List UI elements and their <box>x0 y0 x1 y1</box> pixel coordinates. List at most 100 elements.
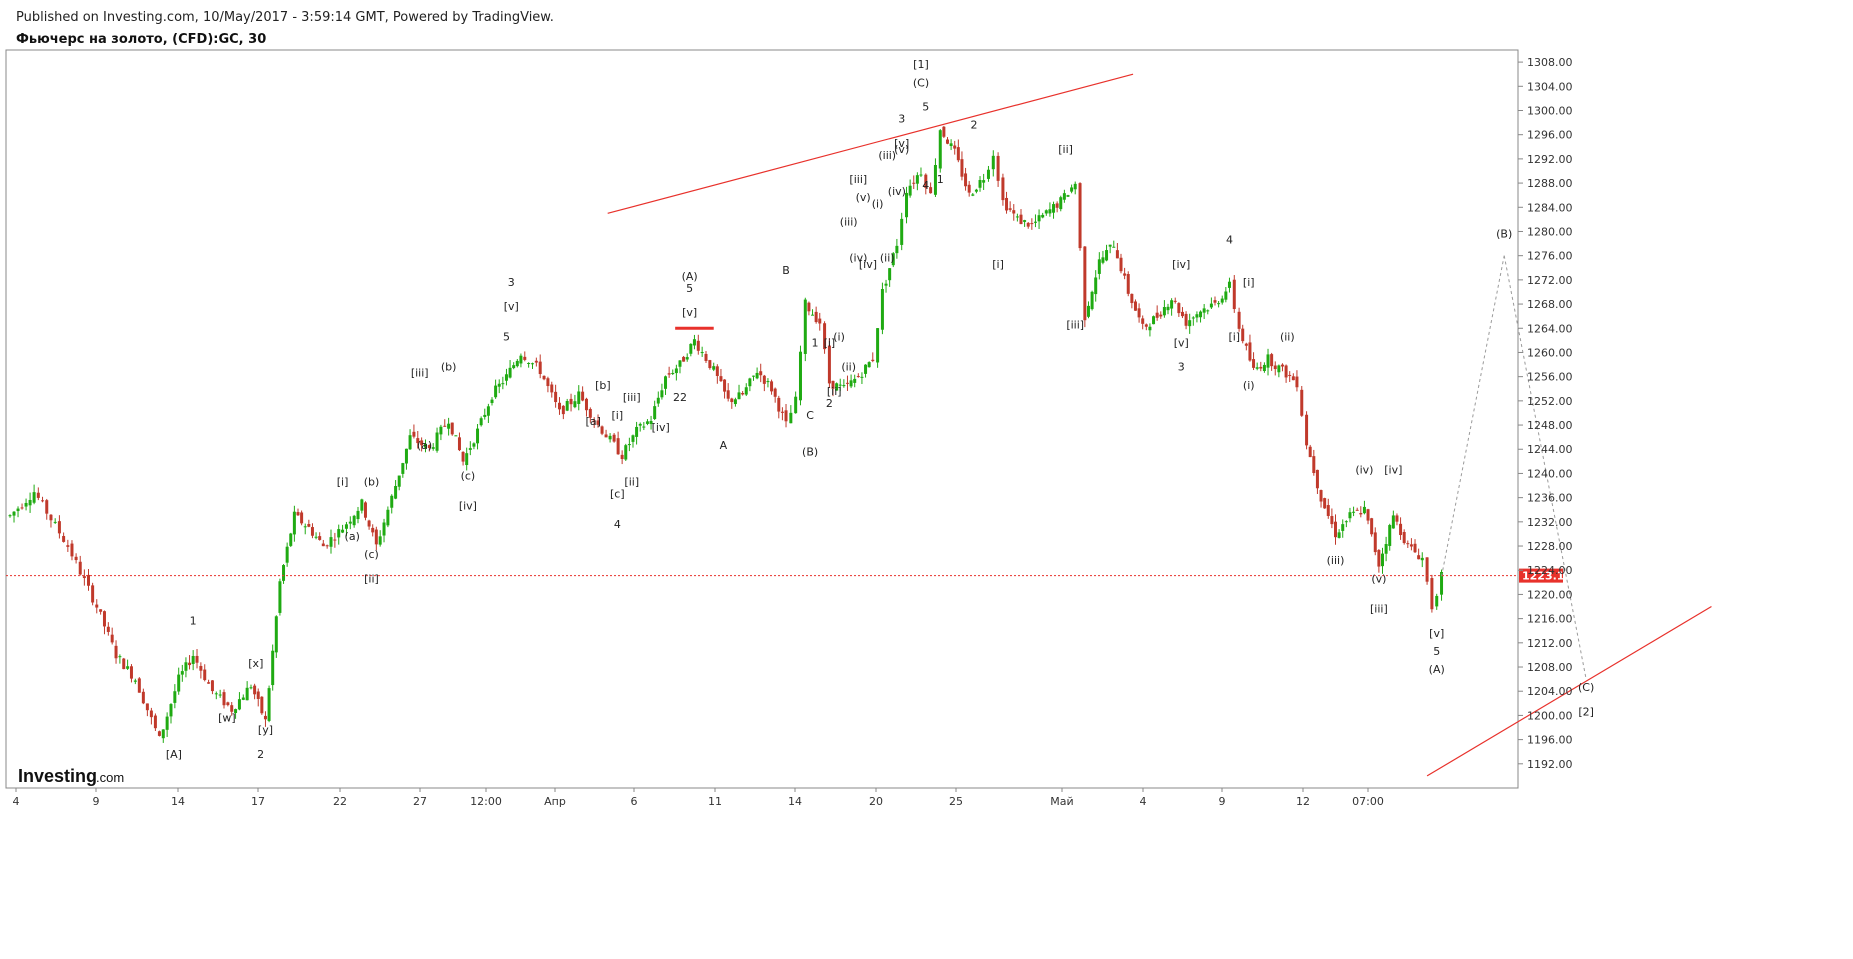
candle <box>938 129 942 173</box>
candle-body <box>1052 204 1056 213</box>
candle-body <box>1166 306 1170 311</box>
candle-body <box>271 650 275 686</box>
candle-body <box>386 509 390 526</box>
candle <box>1305 411 1309 450</box>
candle-body <box>1413 543 1417 553</box>
wave-label: 1 <box>811 336 818 349</box>
candle-body <box>28 499 32 506</box>
candle-body <box>689 343 693 354</box>
candle-body <box>561 405 565 415</box>
candle-body <box>1030 223 1034 225</box>
candle-body <box>486 406 490 416</box>
candle-body <box>895 245 899 254</box>
price-tick-label: 1292.00 <box>1527 153 1573 166</box>
candle-body <box>435 432 439 451</box>
candle-body <box>1015 216 1019 218</box>
candle-body <box>325 545 329 547</box>
candle-body <box>1259 366 1263 369</box>
gold-futures-chart[interactable]: Investing.com 1223.11 1[A][w][x][y]2[i](… <box>0 0 1853 959</box>
candle-body <box>1086 305 1090 317</box>
candle-body <box>1005 197 1009 211</box>
candle-body <box>20 507 24 509</box>
candle-body <box>1391 515 1395 529</box>
candle-body <box>624 445 628 460</box>
candle-body <box>1334 521 1337 538</box>
candle-body <box>412 431 416 437</box>
candle <box>1425 557 1429 585</box>
candle-body <box>188 662 192 666</box>
candle-body <box>110 634 114 643</box>
wave-label: (C) <box>1578 681 1594 694</box>
candle-body <box>1148 326 1152 331</box>
candle <box>624 443 628 461</box>
candle-body <box>141 691 145 704</box>
candle-body <box>1059 197 1063 210</box>
candle-body <box>180 671 184 675</box>
candle-body <box>1430 578 1434 610</box>
wave-label: (C) <box>913 76 929 89</box>
candle-body <box>971 194 975 196</box>
candle-body <box>245 687 249 701</box>
candle-body <box>744 387 748 395</box>
wave-label: [iv] <box>459 500 477 513</box>
wave-label: [iii] <box>1066 318 1084 331</box>
candle-body <box>1008 208 1012 210</box>
candle-body <box>1177 303 1181 314</box>
candle <box>363 501 367 521</box>
candle-body <box>199 665 203 671</box>
candle-body <box>557 402 561 410</box>
wave-label: 22 <box>673 391 687 404</box>
candle <box>122 657 126 670</box>
candle-body <box>241 697 245 700</box>
candle-body <box>953 145 957 149</box>
candle-body <box>226 702 230 706</box>
candle-body <box>1300 389 1304 416</box>
candle-body <box>1184 313 1188 326</box>
candle-body <box>118 656 122 658</box>
price-tick-label: 1196.00 <box>1527 734 1573 747</box>
wave-label: 5 <box>922 100 929 113</box>
candle-body <box>1409 544 1413 547</box>
candle-body <box>645 421 649 424</box>
candle-body <box>501 383 505 385</box>
price-tick-label: 1252.00 <box>1527 395 1573 408</box>
candle-body <box>70 543 74 557</box>
candle-body <box>712 366 716 370</box>
candle-body <box>32 492 36 503</box>
wave-label: [i] <box>337 476 349 489</box>
candle-body <box>465 453 469 466</box>
candle-body <box>1073 183 1077 190</box>
candle <box>942 125 946 139</box>
wave-label: [w] <box>218 711 236 724</box>
candle-body <box>278 581 282 613</box>
candle-body <box>667 373 671 375</box>
candle-body <box>1402 531 1406 544</box>
candle-body <box>169 704 173 717</box>
candle-body <box>550 384 554 393</box>
candle-body <box>1355 509 1359 511</box>
wave-label: [iii] <box>411 367 429 380</box>
candle-body <box>256 691 260 699</box>
candle-body <box>1366 509 1370 521</box>
candle-body <box>978 179 982 188</box>
candle-body <box>329 537 333 547</box>
price-tick-label: 1204.00 <box>1527 685 1573 698</box>
candle-body <box>692 339 696 346</box>
candle <box>1232 275 1236 313</box>
candle-body <box>1070 187 1074 192</box>
wave-label: (i) <box>872 197 884 210</box>
candle <box>1078 182 1082 251</box>
candle-body <box>149 710 153 718</box>
candle-body <box>1137 308 1141 318</box>
wave-label: (B) <box>1496 228 1512 241</box>
candle-body <box>530 363 534 365</box>
candle-body <box>296 512 300 516</box>
time-tick-label: 12:00 <box>470 795 502 808</box>
candle-body <box>584 398 588 411</box>
candle-body <box>106 626 110 632</box>
candle-body <box>942 126 946 137</box>
candle-body <box>678 360 682 367</box>
candle-body <box>367 520 371 527</box>
candle-body <box>218 694 222 696</box>
candle-body <box>1044 210 1048 214</box>
